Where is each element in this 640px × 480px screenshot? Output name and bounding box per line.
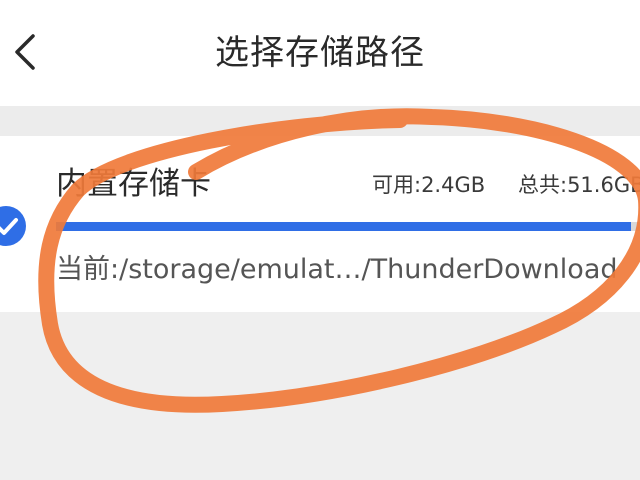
storage-available: 可用:2.4GB <box>372 173 486 197</box>
storage-path: 当前:/storage/emulat…/ThunderDownload <box>56 254 618 285</box>
app-header: 选择存储路径 <box>0 0 640 106</box>
page-title: 选择存储路径 <box>215 33 425 73</box>
storage-option-internal[interactable]: 内置存储卡 可用:2.4GB 总共:51.6GB 当前:/storage/emu… <box>0 136 640 312</box>
storage-usage-fill <box>56 222 632 231</box>
section-divider <box>0 106 640 136</box>
storage-name: 内置存储卡 <box>56 166 211 202</box>
check-circle-icon <box>0 206 26 246</box>
storage-total: 总共:51.6GB <box>518 173 640 197</box>
storage-usage-bar <box>56 222 640 231</box>
